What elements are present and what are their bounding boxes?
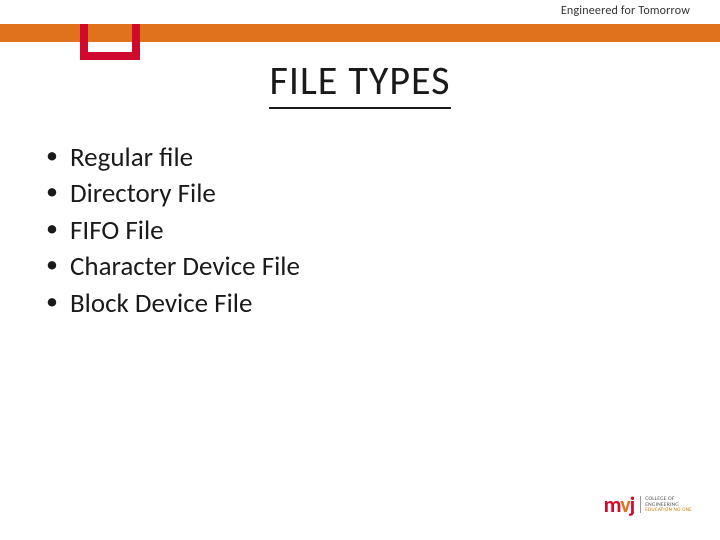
tagline: Engineered for Tomorrow — [561, 4, 690, 18]
logo: mvj COLLEGE OF ENGINEERING EDUCATION NO … — [604, 491, 692, 518]
logo-mark: mvj — [604, 491, 635, 518]
slide-title-text: FILE TYPES — [269, 56, 450, 109]
list-item: Regular file — [42, 140, 300, 176]
slide-title: FILE TYPES — [0, 56, 720, 105]
notch-decoration — [80, 24, 140, 60]
logo-subline: EDUCATION NO ONE — [645, 508, 692, 514]
list-item: FIFO File — [42, 213, 300, 249]
logo-letter-v: v — [620, 491, 629, 518]
logo-caption: COLLEGE OF ENGINEERING EDUCATION NO ONE — [640, 496, 692, 514]
list-item: Block Device File — [42, 286, 300, 322]
list-item: Directory File — [42, 176, 300, 212]
header-top-line — [0, 20, 720, 23]
logo-letter-j: j — [630, 491, 635, 518]
list-item: Character Device File — [42, 249, 300, 285]
slide: Engineered for Tomorrow FILE TYPES Regul… — [0, 0, 720, 540]
logo-letter-m: m — [604, 491, 621, 518]
bullet-list: Regular file Directory File FIFO File Ch… — [42, 140, 300, 322]
